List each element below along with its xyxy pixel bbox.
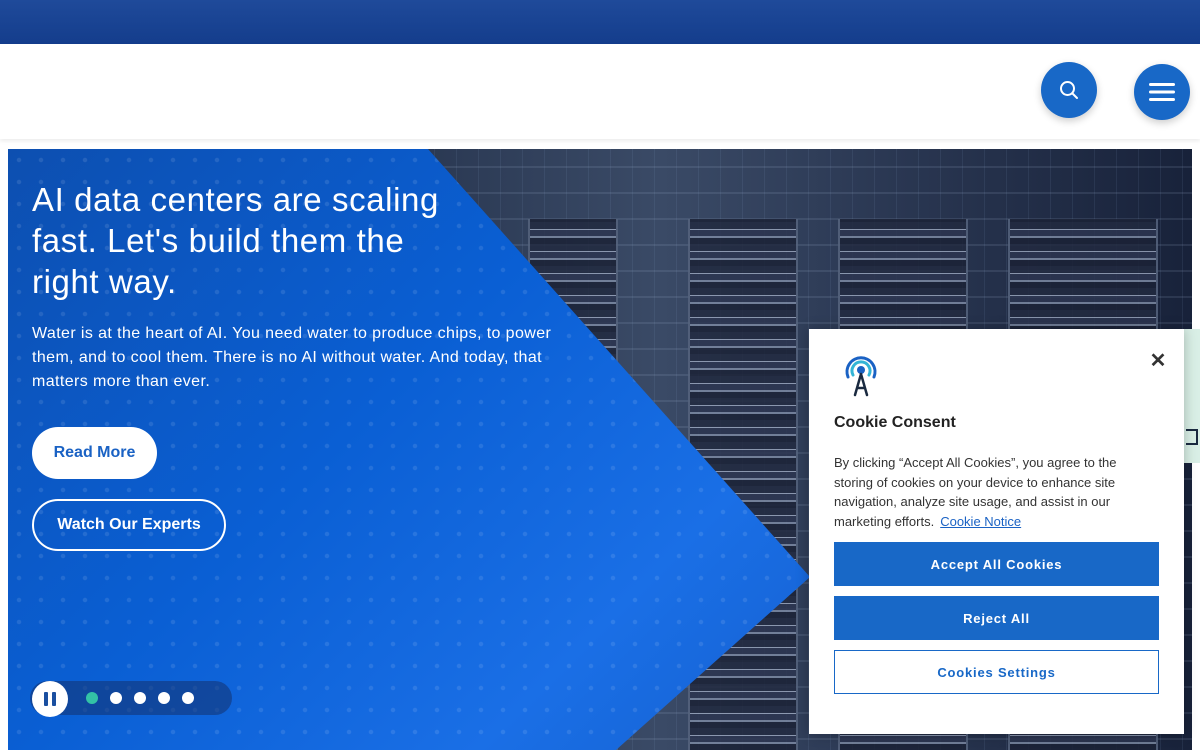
feedback-side-tab[interactable] [1184,329,1200,463]
menu-button[interactable] [1134,64,1190,120]
cookie-description: By clicking “Accept All Cookies”, you ag… [834,453,1154,532]
top-banner-bar [0,0,1200,44]
carousel-dot-5[interactable] [182,692,194,704]
carousel-dot-3[interactable] [134,692,146,704]
cookie-consent-dialog: ✕ Cookie Consent By clicking “Accept All… [809,329,1184,734]
watch-experts-button[interactable]: Watch Our Experts [32,499,226,551]
carousel-dot-1[interactable] [86,692,98,704]
hero-description: Water is at the heart of AI. You need wa… [32,325,552,390]
hamburger-menu-icon [1149,83,1175,101]
search-icon [1060,81,1078,99]
cookie-notice-link[interactable]: Cookie Notice [940,514,1021,529]
pause-button[interactable] [32,681,68,717]
pause-icon [44,692,48,706]
reject-all-button[interactable]: Reject All [834,596,1159,640]
close-button[interactable]: ✕ [1147,349,1169,372]
carousel-dot-4[interactable] [158,692,170,704]
carousel-controls [30,681,232,717]
cookies-settings-button[interactable]: Cookies Settings [834,650,1159,694]
carousel-dot-2[interactable] [110,692,122,704]
accept-all-cookies-button[interactable]: Accept All Cookies [834,542,1159,586]
cookie-title: Cookie Consent [834,414,956,431]
read-more-button[interactable]: Read More [32,427,157,479]
bracket-icon [1186,429,1198,445]
hero-title: AI data centers are scaling fast. Let's … [32,181,439,300]
broadcast-tower-icon [845,356,877,397]
site-header [0,44,1200,139]
close-icon: ✕ [1149,349,1167,372]
search-button[interactable] [1041,62,1097,118]
pause-icon [52,692,56,706]
